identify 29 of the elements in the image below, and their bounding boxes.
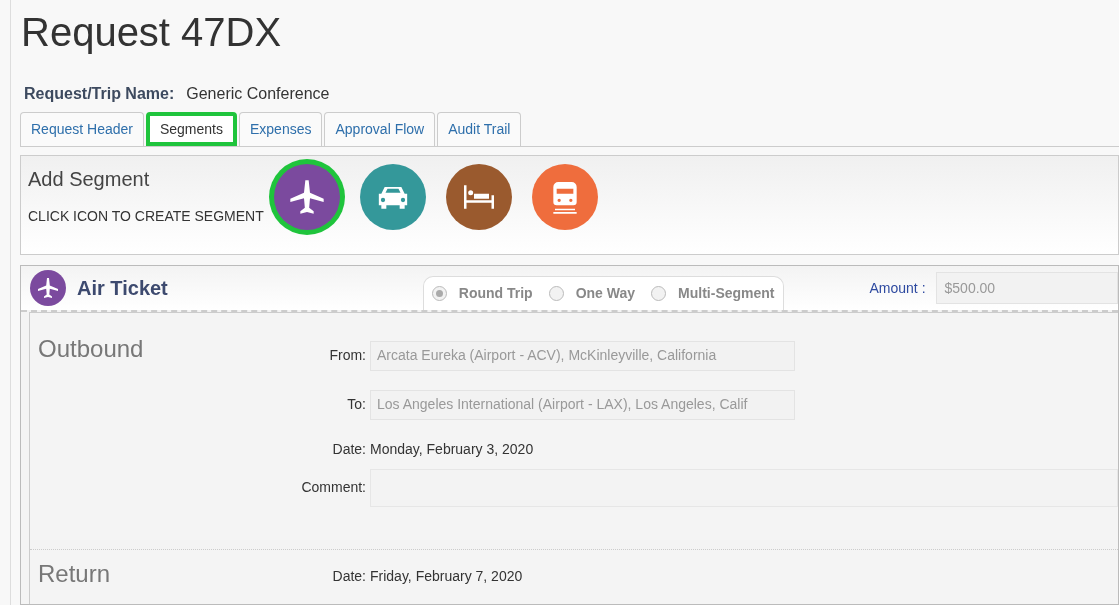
tab[interactable]: Expenses [239, 112, 323, 146]
field-label: From: [328, 346, 367, 365]
section-title: Return [37, 559, 112, 589]
trip-name-value: Generic Conference [186, 84, 330, 104]
tab[interactable]: Approval Flow [324, 112, 436, 146]
radio-button[interactable] [431, 286, 447, 301]
trip-name-label: Request/Trip Name: [24, 84, 175, 104]
field-label: Date: [331, 439, 367, 459]
radio-button[interactable] [651, 286, 667, 301]
radio-label: One Way [575, 284, 636, 303]
field-label: Comment: [300, 478, 367, 497]
date-value: Monday, February 3, 2020 [370, 439, 534, 459]
airplane-icon [36, 276, 60, 300]
radio-button[interactable] [548, 286, 564, 301]
comment-field[interactable] [370, 469, 1118, 507]
date-value: Friday, February 7, 2020 [370, 566, 523, 586]
tab[interactable]: Segments [145, 112, 237, 146]
panel-title: Add Segment [28, 167, 151, 192]
section-title: Outbound [37, 334, 145, 364]
segment-title: Air Ticket [77, 276, 168, 301]
tab[interactable]: Audit Trail [437, 112, 522, 146]
field-label: Date: [331, 566, 367, 586]
radio-label: Multi-Segment [678, 284, 775, 303]
amount-label: Amount : [869, 279, 926, 298]
instruction-text: CLICK ICON TO CREATE SEGMENT [28, 207, 264, 226]
field-label: To: [346, 395, 367, 414]
radio-label: Round Trip [458, 284, 533, 303]
tab[interactable]: Request Header [20, 112, 144, 146]
page-title: Request 47DX [21, 12, 283, 52]
